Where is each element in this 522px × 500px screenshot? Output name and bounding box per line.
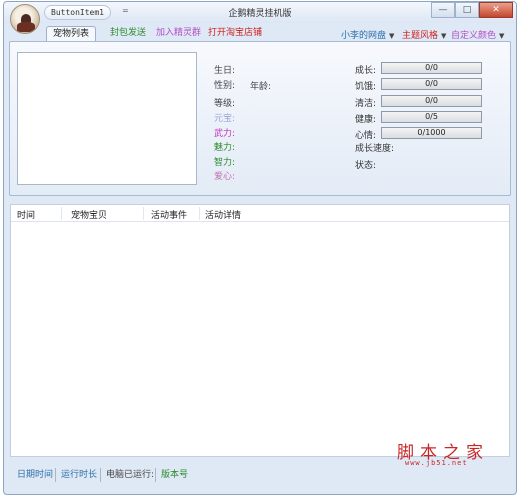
- ribbon-tab-row: 宠物列表 封包发送 加入精灵群 打开淘宝店铺 小李的网盘 ▼ 主题风格 ▼ 自定义颜…: [4, 23, 516, 42]
- chevron-down-icon: ▼: [441, 32, 447, 40]
- window-controls: — □ ✕: [431, 2, 513, 19]
- yuanbao-label: 元宝:: [214, 114, 236, 124]
- penguin-body-icon: [17, 22, 35, 32]
- column-header-time[interactable]: 时间: [17, 208, 35, 221]
- growth-label: 成长:: [355, 66, 377, 76]
- clean-label: 清洁:: [355, 99, 377, 109]
- minimize-button[interactable]: —: [431, 2, 455, 18]
- birthday-label: 生日:: [214, 66, 236, 76]
- health-label: 健康:: [355, 115, 377, 125]
- hunger-bar: 0/0: [381, 78, 482, 90]
- status-divider: [100, 468, 101, 482]
- maximize-button[interactable]: □: [455, 2, 479, 18]
- meili-label: 魅力:: [214, 143, 236, 153]
- main-window: ButtonItem1 = 企鹅精灵挂机版 — □ ✕ 宠物列表 封包发送 加入…: [3, 1, 517, 495]
- mood-label: 心情:: [355, 131, 377, 141]
- growth-speed-label: 成长速度:: [355, 144, 395, 154]
- close-button[interactable]: ✕: [479, 2, 513, 18]
- watermark-url: www.jb51.net: [405, 459, 468, 467]
- column-divider[interactable]: [199, 207, 200, 220]
- column-divider[interactable]: [61, 207, 62, 220]
- menu-theme-label: 主题风格: [402, 31, 439, 41]
- status-version: 版本号: [161, 470, 189, 480]
- growth-bar: 0/0: [381, 62, 482, 74]
- status-uptime: 电脑已运行:: [106, 470, 155, 480]
- aixin-label: 爱心:: [214, 172, 236, 182]
- title-bar: ButtonItem1 = 企鹅精灵挂机版 — □ ✕: [4, 2, 516, 34]
- status-divider: [55, 468, 56, 482]
- app-orb-button[interactable]: [10, 4, 40, 34]
- menu-netdisk[interactable]: 小李的网盘 ▼: [341, 28, 394, 41]
- zhili-label: 智力:: [214, 158, 236, 168]
- menu-custom-color[interactable]: 自定义颜色 ▼: [451, 28, 504, 41]
- column-divider[interactable]: [143, 207, 144, 220]
- status-runtime: 运行时长: [61, 470, 98, 480]
- wuli-label: 武力:: [214, 129, 236, 139]
- column-header-detail[interactable]: 活动详情: [205, 208, 241, 221]
- tab-join-group[interactable]: 加入精灵群: [150, 26, 207, 42]
- mood-bar: 0/1000: [381, 127, 482, 139]
- menu-custom-color-label: 自定义颜色: [451, 31, 497, 41]
- list-header: 时间 宠物宝贝 活动事件 活动详情: [11, 205, 509, 222]
- chevron-down-icon: ▼: [499, 32, 505, 40]
- status-datetime: 日期时间: [17, 470, 54, 480]
- age-label: 年龄:: [250, 82, 272, 92]
- pet-image: [17, 52, 197, 185]
- health-bar: 0/5: [381, 111, 482, 123]
- tab-pet-list[interactable]: 宠物列表: [46, 26, 97, 42]
- status-bar: 日期时间 运行时长 电脑已运行: 版本号: [4, 464, 516, 484]
- column-header-event[interactable]: 活动事件: [151, 208, 187, 221]
- tab-send-packet[interactable]: 封包发送: [104, 26, 152, 42]
- chevron-down-icon: ▼: [389, 32, 395, 40]
- clean-bar: 0/0: [381, 95, 482, 107]
- menu-netdisk-label: 小李的网盘: [341, 31, 387, 41]
- activity-list[interactable]: 时间 宠物宝贝 活动事件 活动详情: [10, 204, 510, 457]
- tab-open-taobao[interactable]: 打开淘宝店铺: [202, 26, 268, 42]
- status-divider: [155, 468, 156, 482]
- hunger-label: 饥饿:: [355, 82, 377, 92]
- level-label: 等级:: [214, 99, 236, 109]
- menu-theme[interactable]: 主题风格 ▼: [402, 28, 446, 41]
- status-label: 状态:: [355, 161, 377, 171]
- pet-info-panel: 生日: 性别: 年龄: 等级: 元宝: 武力: 魅力: 智力: 爱心: 成长: …: [9, 41, 511, 196]
- column-header-pet[interactable]: 宠物宝贝: [71, 208, 107, 221]
- gender-label: 性别:: [214, 81, 236, 91]
